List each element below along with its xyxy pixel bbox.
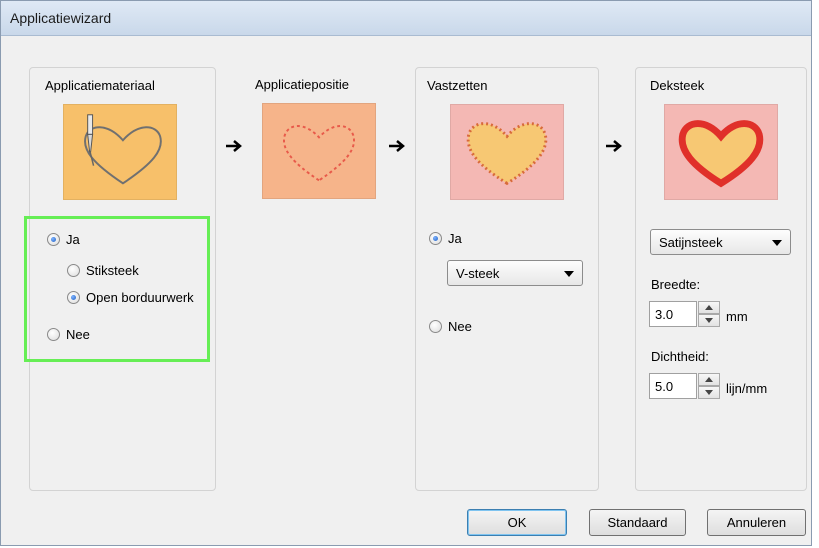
material-nee-radio[interactable]: Nee (47, 327, 90, 342)
fixing-nee-radio[interactable]: Nee (429, 319, 472, 334)
dichtheid-input[interactable]: 5.0 (649, 373, 697, 399)
heart-outline-needle-icon (84, 114, 162, 185)
arrow-right-icon (389, 140, 405, 152)
standaard-button[interactable]: Standaard (589, 509, 686, 536)
panel-title-applicatiemateriaal: Applicatiemateriaal (45, 78, 155, 93)
material-stiksteek-label: Stiksteek (86, 263, 139, 278)
dichtheid-unit: lijn/mm (726, 381, 768, 396)
radio-stiksteek-indicator[interactable] (67, 264, 80, 277)
breedte-unit: mm (726, 309, 748, 324)
material-open-borduurwerk-label: Open borduurwerk (86, 290, 194, 305)
vastzetten-image (450, 104, 564, 200)
dichtheid-spin-down[interactable] (698, 386, 720, 399)
dropdown-caret-icon (772, 240, 782, 246)
fixing-stitch-value: V-steek (456, 266, 500, 281)
breedte-spin-up[interactable] (698, 301, 720, 314)
fixing-stitch-select[interactable]: V-steek (447, 260, 583, 286)
cover-stitch-value: Satijnsteek (659, 235, 723, 250)
dichtheid-spin-up[interactable] (698, 373, 720, 386)
dropdown-caret-icon (564, 271, 574, 277)
radio-nee-indicator[interactable] (47, 328, 60, 341)
applicatiemateriaal-image (63, 104, 177, 200)
panel-title-applicatiepositie: Applicatiepositie (255, 77, 349, 92)
applicatiepositie-image (262, 103, 376, 199)
panel-title-vastzetten: Vastzetten (427, 78, 488, 93)
material-ja-label: Ja (66, 232, 80, 247)
spin-down-icon (705, 390, 713, 395)
ok-button[interactable]: OK (467, 509, 567, 536)
window-title: Applicatiewizard (10, 10, 112, 26)
arrow-right-icon (606, 140, 622, 152)
radio-fixing-ja-indicator[interactable] (429, 232, 442, 245)
radio-ja-indicator[interactable] (47, 233, 60, 246)
spin-up-icon (705, 305, 713, 310)
arrow-right-icon (226, 140, 242, 152)
applicatiewizard-dialog: Applicatiewizard Applicatiemateriaal Ja … (0, 0, 812, 546)
material-stiksteek-radio[interactable]: Stiksteek (67, 263, 139, 278)
annuleren-button[interactable]: Annuleren (707, 509, 806, 536)
dichtheid-label: Dichtheid: (651, 349, 709, 364)
breedte-spin-down[interactable] (698, 314, 720, 327)
breedte-input[interactable]: 3.0 (649, 301, 697, 327)
dichtheid-value: 5.0 (655, 379, 674, 394)
radio-open-borduurwerk-indicator[interactable] (67, 291, 80, 304)
cover-stitch-select[interactable]: Satijnsteek (650, 229, 791, 255)
radio-fixing-nee-indicator[interactable] (429, 320, 442, 333)
heart-dotted-icon (283, 125, 355, 182)
material-nee-label: Nee (66, 327, 90, 342)
heart-filled-scalloped-icon (466, 122, 548, 186)
title-bar[interactable]: Applicatiewizard (1, 1, 811, 36)
material-ja-radio[interactable]: Ja (47, 232, 80, 247)
fixing-ja-radio[interactable]: Ja (429, 231, 462, 246)
material-open-borduurwerk-radio[interactable]: Open borduurwerk (67, 290, 194, 305)
breedte-value: 3.0 (655, 307, 674, 322)
heart-satin-icon (678, 120, 764, 188)
fixing-ja-label: Ja (448, 231, 462, 246)
breedte-label: Breedte: (651, 277, 701, 292)
panel-title-deksteek: Deksteek (650, 78, 705, 93)
spin-up-icon (705, 377, 713, 382)
spin-down-icon (705, 318, 713, 323)
deksteek-image (664, 104, 778, 200)
fixing-nee-label: Nee (448, 319, 472, 334)
